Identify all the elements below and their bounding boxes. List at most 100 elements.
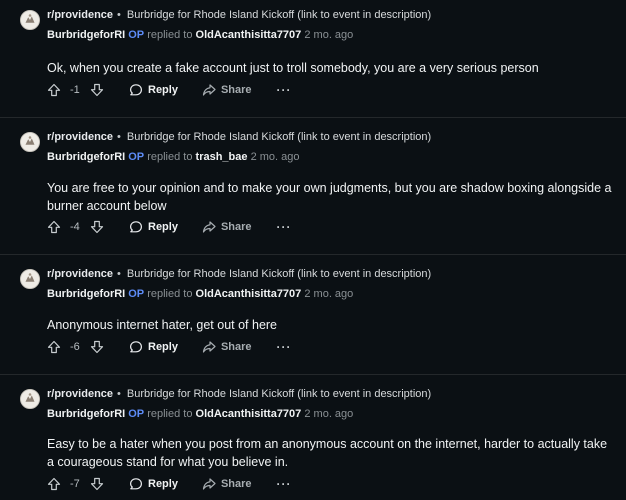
comment-actions: -6 Reply Share ··· (47, 338, 292, 356)
comment-meta: BurbridgeforRI OP replied to OldAcanthisi… (47, 28, 353, 42)
downvote-arrow-icon[interactable] (90, 83, 104, 97)
upvote-arrow-icon[interactable] (47, 340, 61, 354)
share-button[interactable]: Share (202, 220, 252, 234)
comment-meta: BurbridgeforRI OP replied to OldAcanthisi… (47, 407, 353, 421)
share-button[interactable]: Share (202, 83, 252, 97)
comment-body: Easy to be a hater when you post from an… (47, 437, 608, 469)
separator-dot: • (117, 388, 121, 400)
comment-item[interactable]: r/providence • Burbridge for Rhode Island … (0, 259, 626, 372)
post-title-link[interactable]: Burbridge for Rhode Island Kickoff (link… (127, 131, 431, 143)
timestamp: 2 mo. ago (250, 151, 300, 163)
comment-item[interactable]: r/providence • Burbridge for Rhode Island … (0, 122, 626, 257)
comment-context: r/providence • Burbridge for Rhode Island … (47, 387, 431, 401)
vote-score: -6 (70, 341, 80, 353)
subreddit-link[interactable]: r/providence (47, 131, 113, 143)
comment-body: Ok, when you create a fake account just … (47, 61, 539, 75)
upvote-arrow-icon[interactable] (47, 477, 61, 491)
share-arrow-icon (202, 83, 216, 97)
op-badge: OP (128, 151, 145, 163)
replied-to-user-link[interactable]: OldAcanthisitta7707 (196, 29, 302, 41)
author-link[interactable]: BurbridgeforRI (47, 151, 125, 163)
vote-score: -1 (70, 84, 80, 96)
replied-to-user-link[interactable]: OldAcanthisitta7707 (196, 408, 302, 420)
author-link[interactable]: BurbridgeforRI (47, 29, 125, 41)
replied-to-text: replied to (147, 151, 193, 163)
replied-to-text: replied to (147, 408, 193, 420)
comment-meta: BurbridgeforRI OP replied to trash_bae 2 … (47, 150, 300, 164)
reply-button[interactable]: Reply (129, 477, 178, 491)
post-title-link[interactable]: Burbridge for Rhode Island Kickoff (link… (127, 268, 431, 280)
comment-actions: -4 Reply Share ··· (47, 218, 292, 236)
comment-actions: -1 Reply Share ··· (47, 81, 292, 99)
reply-label: Reply (148, 341, 178, 353)
author-link[interactable]: BurbridgeforRI (47, 288, 125, 300)
comment-context: r/providence • Burbridge for Rhode Island … (47, 267, 431, 281)
comment-context: r/providence • Burbridge for Rhode Island … (47, 8, 431, 22)
upvote-arrow-icon[interactable] (47, 220, 61, 234)
share-label: Share (220, 478, 252, 490)
comment-meta: BurbridgeforRI OP replied to OldAcanthisi… (47, 287, 353, 301)
share-arrow-icon (202, 477, 216, 491)
comment-divider (0, 117, 626, 118)
comment-divider (0, 254, 626, 255)
separator-dot: • (117, 9, 121, 21)
reply-button[interactable]: Reply (129, 83, 178, 97)
comment-bubble-icon (129, 477, 143, 491)
upvote-arrow-icon[interactable] (47, 83, 61, 97)
share-arrow-icon (202, 220, 216, 234)
vote-score: -4 (70, 221, 80, 233)
share-button[interactable]: Share (202, 340, 252, 354)
reply-button[interactable]: Reply (129, 220, 178, 234)
comment-item[interactable]: r/providence • Burbridge for Rhode Island … (0, 379, 626, 500)
share-label: Share (220, 84, 252, 96)
reply-label: Reply (148, 221, 178, 233)
reply-label: Reply (148, 478, 178, 490)
comment-body: You are free to your opinion and to make… (47, 181, 612, 213)
subreddit-avatar[interactable] (20, 10, 40, 30)
comment-bubble-icon (129, 83, 143, 97)
comment-divider (0, 374, 626, 375)
comment-context: r/providence • Burbridge for Rhode Island … (47, 130, 431, 144)
subreddit-link[interactable]: r/providence (47, 268, 113, 280)
share-button[interactable]: Share (202, 477, 252, 491)
reply-button[interactable]: Reply (129, 340, 178, 354)
comment-feed: r/providence • Burbridge for Rhode Island … (0, 0, 626, 500)
comment-item[interactable]: r/providence • Burbridge for Rhode Island … (0, 0, 626, 118)
downvote-arrow-icon[interactable] (90, 340, 104, 354)
comment-actions: -7 Reply Share ··· (47, 475, 292, 493)
comment-bubble-icon (129, 220, 143, 234)
subreddit-link[interactable]: r/providence (47, 9, 113, 21)
vote-score: -7 (70, 478, 80, 490)
subreddit-avatar[interactable] (20, 389, 40, 409)
downvote-arrow-icon[interactable] (90, 220, 104, 234)
timestamp: 2 mo. ago (304, 29, 354, 41)
subreddit-avatar[interactable] (20, 132, 40, 152)
replied-to-user-link[interactable]: trash_bae (196, 151, 248, 163)
replied-to-text: replied to (147, 29, 193, 41)
more-options-button[interactable]: ··· (277, 477, 292, 491)
downvote-arrow-icon[interactable] (90, 477, 104, 491)
more-options-button[interactable]: ··· (277, 220, 292, 234)
subreddit-avatar[interactable] (20, 269, 40, 289)
post-title-link[interactable]: Burbridge for Rhode Island Kickoff (link… (127, 9, 431, 21)
share-arrow-icon (202, 340, 216, 354)
replied-to-user-link[interactable]: OldAcanthisitta7707 (196, 288, 302, 300)
timestamp: 2 mo. ago (304, 408, 354, 420)
post-title-link[interactable]: Burbridge for Rhode Island Kickoff (link… (127, 388, 431, 400)
more-options-button[interactable]: ··· (277, 83, 292, 97)
comment-bubble-icon (129, 340, 143, 354)
more-options-button[interactable]: ··· (277, 340, 292, 354)
author-link[interactable]: BurbridgeforRI (47, 408, 125, 420)
comment-body: Anonymous internet hater, get out of her… (47, 318, 278, 332)
separator-dot: • (117, 268, 121, 280)
op-badge: OP (128, 408, 145, 420)
op-badge: OP (128, 288, 145, 300)
replied-to-text: replied to (147, 288, 193, 300)
share-label: Share (220, 341, 252, 353)
op-badge: OP (128, 29, 145, 41)
separator-dot: • (117, 131, 121, 143)
timestamp: 2 mo. ago (304, 288, 354, 300)
subreddit-link[interactable]: r/providence (47, 388, 113, 400)
reply-label: Reply (148, 84, 178, 96)
share-label: Share (220, 221, 252, 233)
